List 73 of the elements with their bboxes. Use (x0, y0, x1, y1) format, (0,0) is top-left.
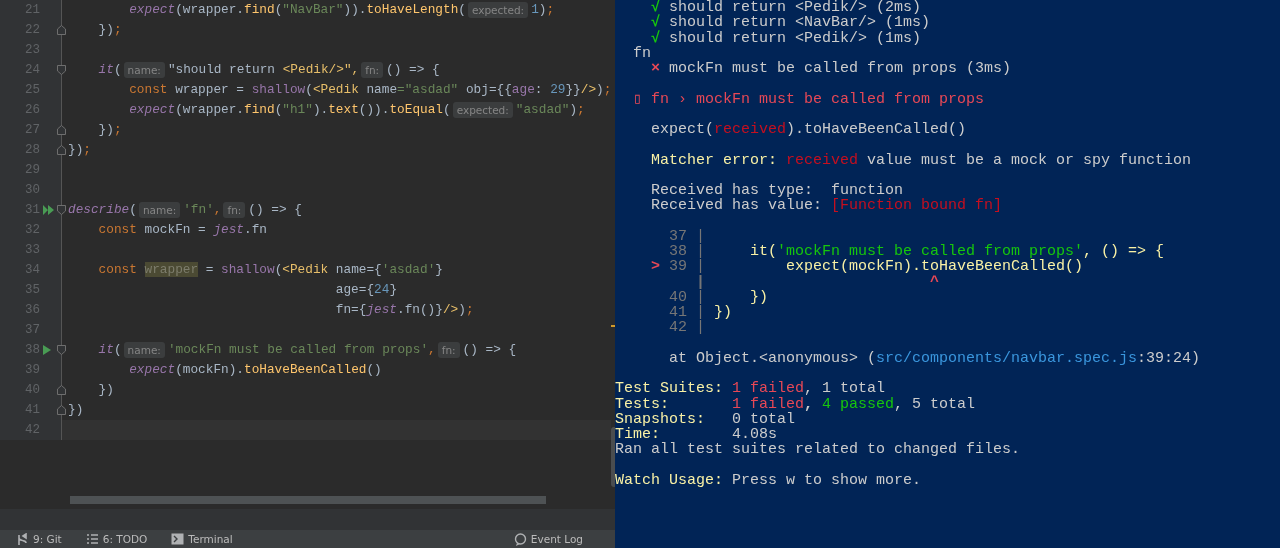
code-text: }) (98, 381, 114, 399)
terminal-line: √ should return <NavBar/> (1ms) (651, 15, 931, 31)
tool-window-button[interactable]: 6: TODO (77, 530, 156, 548)
code-text: () => { (462, 341, 517, 359)
fold-marker-icon[interactable] (57, 125, 66, 135)
fold-marker-icon[interactable] (57, 65, 66, 75)
code-text: 'mockFn must be called from props', (167, 341, 436, 359)
terminal-line: Ran all test suites related to changed files. (615, 442, 1021, 458)
terminal-line: 37 | (669, 228, 706, 244)
code-text: it( (98, 61, 122, 79)
fold-marker-icon[interactable] (57, 385, 66, 395)
terminal-line: × mockFn must be called from props (3ms) (651, 61, 1012, 77)
terminal-line: | ^ (696, 274, 940, 290)
code-text: }); (98, 121, 122, 139)
code-text: fn={jest.fn()}/>); (335, 301, 474, 319)
terminal-line: Watch Usage: Press w to show more. (615, 472, 922, 488)
terminal-line: ▯ fn › mockFn must be called from props (633, 91, 985, 107)
terminal-line: √ should return <Pedik/> (1ms) (651, 30, 922, 46)
terminal-line: Received has type: function (651, 183, 904, 199)
inlay-hint: name: (138, 202, 181, 218)
code-text: () => { (386, 61, 440, 79)
fold-marker-icon[interactable] (57, 405, 66, 415)
code-text: const wrapper = shallow(<Pedik name="asdad" obj={{age: 29}}/>); (129, 81, 612, 99)
inlay-hint: fn: (361, 62, 384, 78)
terminal-line: 42 | (669, 320, 706, 336)
terminal-line: Time: 4.08s (615, 427, 778, 443)
tool-window-button[interactable]: Terminal (163, 530, 241, 548)
code-text: expect(wrapper.find("h1").text()).toEqual( (129, 101, 451, 119)
terminal-line: Matcher error: received value must be a mock or spy function (651, 152, 1192, 168)
tool-window-button[interactable]: Event Log (505, 530, 591, 548)
inlay-hint: name: (123, 342, 165, 358)
fold-marker-icon[interactable] (57, 205, 66, 215)
terminal-line: at Object.<anonymous> (src/components/navbar.spec.js:39:24) (669, 350, 1201, 366)
terminal-line: expect(received).toHaveBeenCalled() (651, 122, 967, 138)
code-text: "asdad"); (515, 101, 585, 119)
code-text: 1); (531, 1, 555, 19)
branch-icon (16, 532, 29, 546)
terminal-line: Snapshots: 0 total (615, 411, 796, 427)
code-text: const wrapper = shallow(<Pedik name={'asdad'} (98, 261, 443, 279)
code-text: }) (68, 401, 84, 419)
code-text: () => { (248, 201, 302, 219)
code-text: "should return <Pedik/>", (167, 61, 360, 79)
inlay-hint: name: (123, 62, 165, 78)
inlay-hint: expected: (452, 102, 513, 118)
terminal-line: 40 | }) (669, 289, 769, 305)
terminal-line: Tests: 1 failed, 4 passed, 5 total (615, 396, 976, 412)
speech-balloon-icon (513, 532, 527, 546)
fold-marker-icon[interactable] (57, 145, 66, 155)
fold-marker-icon[interactable] (57, 345, 66, 355)
tool-window-button[interactable]: 9: Git (8, 530, 70, 548)
terminal-line: > 39 | expect(mockFn).toHaveBeenCalled() (651, 259, 1084, 275)
run-icon[interactable] (42, 344, 52, 356)
terminal-line: 38 | it('mockFn must be called from props', () => { (669, 244, 1165, 260)
code-text: it( (98, 341, 122, 359)
code-text: age={24} (335, 281, 398, 299)
inlay-hint: fn: (223, 202, 246, 218)
code-text: expect(mockFn).toHaveBeenCalled() (129, 361, 382, 379)
inlay-hint: expected: (467, 2, 529, 18)
code-text: const mockFn = jest.fn (98, 221, 267, 239)
fold-marker-icon[interactable] (57, 25, 66, 35)
inlay-hint: fn: (437, 342, 460, 358)
code-text: describe( (68, 201, 137, 219)
code-text: }); (98, 21, 122, 39)
terminal-line: fn (633, 45, 652, 61)
run-all-icon[interactable] (42, 204, 55, 216)
terminal-line: Received has value: [Function bound fn] (651, 198, 1003, 214)
list-icon (85, 532, 99, 546)
horizontal-scrollbar[interactable] (70, 496, 546, 504)
code-text: }); (68, 141, 91, 159)
code-text: expect(wrapper.find("NavBar")).toHaveLength( (129, 1, 466, 19)
terminal-line: 41 | }) (669, 305, 733, 321)
terminal-line: Test Suites: 1 failed, 1 total (615, 381, 886, 397)
code-text: 'fn', (183, 201, 222, 219)
